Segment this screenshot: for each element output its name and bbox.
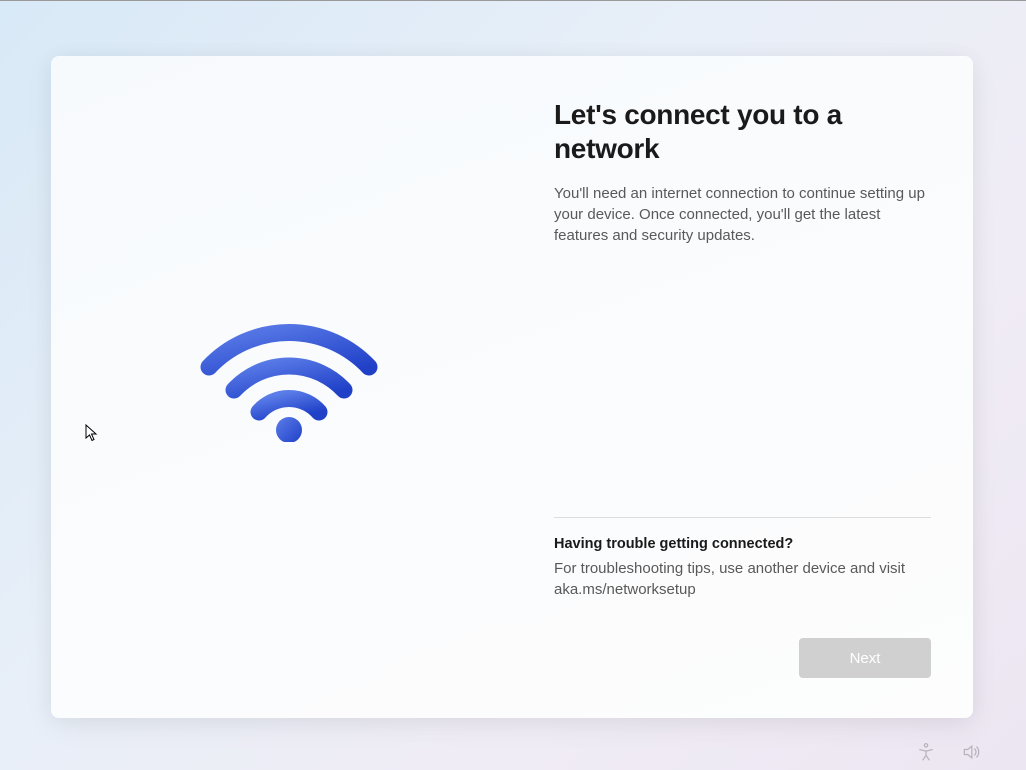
wifi-icon <box>199 312 379 442</box>
spacer <box>554 266 931 517</box>
content-panel: Let's connect you to a network You'll ne… <box>526 56 973 718</box>
system-tray <box>916 742 981 762</box>
setup-card: Let's connect you to a network You'll ne… <box>51 56 973 718</box>
volume-icon[interactable] <box>961 742 981 762</box>
trouble-text: For troubleshooting tips, use another de… <box>554 558 931 600</box>
divider <box>554 517 931 518</box>
left-panel <box>51 56 526 718</box>
footer-buttons: Next <box>554 638 931 678</box>
next-button[interactable]: Next <box>799 638 931 678</box>
page-description: You'll need an internet connection to co… <box>554 183 931 246</box>
trouble-heading: Having trouble getting connected? <box>554 536 931 552</box>
page-title: Let's connect you to a network <box>554 98 931 165</box>
accessibility-icon[interactable] <box>916 742 936 762</box>
